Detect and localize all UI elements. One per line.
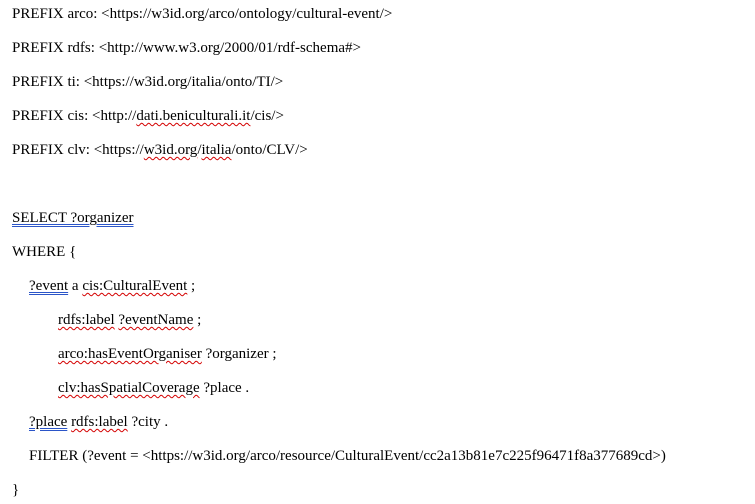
uri-part: <https:// xyxy=(93,142,144,158)
prefix-line-rdfs: PREFIX rdfs: <http://www.w3.org/2000/01/… xyxy=(12,39,361,57)
triple-line-organiser: arco:hasEventOrganiser ?organizer ; xyxy=(58,345,277,363)
where-line: WHERE { xyxy=(12,243,76,261)
triple-text: ?organizer ; xyxy=(201,346,277,362)
closing-brace: } xyxy=(12,482,20,498)
select-line: SELECT ?organizer xyxy=(12,209,134,227)
spelling-flagged-text[interactable]: italia xyxy=(201,142,231,158)
triple-text: ?city . xyxy=(127,414,169,430)
triple-line-event-type: ?event a cis:CulturalEvent ; xyxy=(29,277,195,295)
spelling-flagged-text[interactable]: arco:hasEventOrganiser xyxy=(58,346,202,362)
spelling-flagged-text[interactable]: clv:hasSpatialCoverage xyxy=(58,380,200,396)
prefix-name: arco: xyxy=(67,6,98,22)
prefix-keyword: PREFIX xyxy=(12,6,64,22)
document-page[interactable]: PREFIX arco: <https://w3id.org/arco/onto… xyxy=(0,0,755,504)
grammar-flagged-text[interactable]: SELECT ?organizer xyxy=(12,210,134,226)
prefix-keyword: PREFIX xyxy=(12,108,64,124)
prefix-uri: <https://w3id.org/italia/onto/TI/> xyxy=(83,74,284,90)
triple-text: ?place . xyxy=(199,380,250,396)
filter-line: FILTER (?event = <https://w3id.org/arco/… xyxy=(29,447,666,465)
prefix-uri: <http://dati.beniculturali.it/cis/> xyxy=(92,108,284,124)
prefix-line-cis: PREFIX cis: <http://dati.beniculturali.i… xyxy=(12,107,284,125)
closing-brace-line: } xyxy=(12,481,19,499)
prefix-line-ti: PREFIX ti: <https://w3id.org/italia/onto… xyxy=(12,73,283,91)
uri-part: /cis/> xyxy=(250,108,284,124)
prefix-uri: <https://w3id.org/arco/ontology/cultural… xyxy=(101,6,393,22)
triple-text: ; xyxy=(193,312,202,328)
triple-text: ; xyxy=(187,278,196,294)
spelling-flagged-text[interactable]: cis:CulturalEvent xyxy=(82,278,187,294)
filter-text: FILTER (?event = <https://w3id.org/arco/… xyxy=(29,448,666,464)
prefix-keyword: PREFIX xyxy=(12,142,64,158)
prefix-name: clv: xyxy=(67,142,90,158)
prefix-name: ti: xyxy=(67,74,80,90)
uri-part: /onto/CLV/> xyxy=(231,142,308,158)
prefix-name: rdfs: xyxy=(67,40,95,56)
uri-part: <http:// xyxy=(92,108,137,124)
spelling-flagged-text[interactable]: rdfs:label xyxy=(71,414,128,430)
grammar-flagged-text[interactable]: ?place xyxy=(29,414,67,430)
prefix-line-clv: PREFIX clv: <https://w3id.org/italia/ont… xyxy=(12,141,308,159)
triple-line-place-label: ?place rdfs:label ?city . xyxy=(29,413,168,431)
prefix-name: cis: xyxy=(67,108,89,124)
prefix-uri: <https://w3id.org/italia/onto/CLV/> xyxy=(94,142,308,158)
grammar-flagged-text[interactable]: ?event xyxy=(29,278,68,294)
triple-text: a xyxy=(68,278,83,294)
prefix-keyword: PREFIX xyxy=(12,40,64,56)
triple-line-event-label: rdfs:label ?eventName ; xyxy=(58,311,201,329)
prefix-keyword: PREFIX xyxy=(12,74,64,90)
spelling-flagged-text[interactable]: rdfs:label xyxy=(58,312,115,328)
spelling-flagged-text[interactable]: w3id.org xyxy=(144,142,197,158)
where-keyword: WHERE { xyxy=(12,244,77,260)
prefix-uri: <http://www.w3.org/2000/01/rdf-schema#> xyxy=(98,40,361,56)
prefix-line-arco: PREFIX arco: <https://w3id.org/arco/onto… xyxy=(12,5,392,23)
spelling-flagged-text[interactable]: ?eventName xyxy=(118,312,193,328)
triple-line-spatial: clv:hasSpatialCoverage ?place . xyxy=(58,379,249,397)
spelling-flagged-text[interactable]: dati.beniculturali.it xyxy=(136,108,250,124)
